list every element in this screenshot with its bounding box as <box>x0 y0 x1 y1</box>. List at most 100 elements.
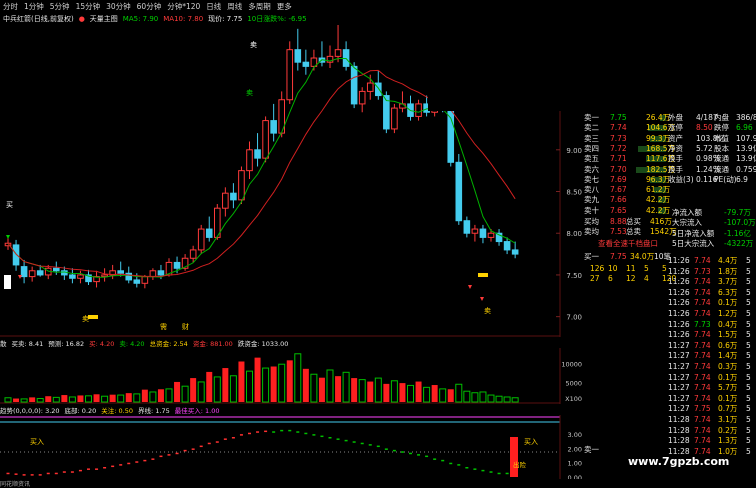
candle-body <box>205 228 213 238</box>
sell-price: 7.67 <box>610 185 627 195</box>
stat-label: 净资 <box>668 143 683 153</box>
period-tab-10[interactable]: 更多 <box>277 1 292 12</box>
volume-title[interactable]: 散 <box>0 338 7 348</box>
stat-label-2: 股本 <box>714 143 729 153</box>
candle[interactable] <box>407 95 414 121</box>
volume-bar <box>431 385 438 402</box>
candle[interactable] <box>334 25 342 63</box>
candle[interactable] <box>270 103 277 142</box>
candle-body <box>262 120 269 159</box>
bottom-sell-label: 卖一 <box>584 445 599 454</box>
candle[interactable] <box>479 224 487 244</box>
candle[interactable] <box>391 103 398 134</box>
tick-price: 7.74 <box>694 287 711 297</box>
candle[interactable] <box>85 269 92 285</box>
indicator-name[interactable]: 天量主图 <box>90 14 118 24</box>
event-marker[interactable]: 需 <box>160 323 167 331</box>
candle[interactable] <box>471 224 479 242</box>
period-tab-0[interactable]: 分时 <box>3 1 18 12</box>
candle[interactable] <box>69 268 76 284</box>
tick-volume: 1.2万 <box>718 309 738 318</box>
volume-bar <box>213 376 221 403</box>
stat-value-2: 386/8 <box>736 113 756 122</box>
candle[interactable] <box>222 187 229 217</box>
candle[interactable] <box>455 153 463 225</box>
candle[interactable] <box>214 204 221 240</box>
candle-body <box>503 241 511 251</box>
candle[interactable] <box>495 229 503 246</box>
stat-label-2: 内盘 <box>714 113 729 122</box>
tick-row-0: 11:26 7.74 4.4万 5 <box>584 256 756 266</box>
tick-volume: 1.4万 <box>718 351 738 361</box>
tick-volume: 0.4万 <box>718 319 738 329</box>
candle[interactable] <box>358 87 366 113</box>
candle[interactable] <box>286 41 294 104</box>
volume-bar <box>278 363 286 403</box>
tick-time: 11:26 <box>668 309 690 318</box>
tick-price: 7.74 <box>694 383 711 393</box>
tick-row-5: 11:26 7.74 1.2万 5 <box>584 309 756 319</box>
period-tab-1[interactable]: 1分钟 <box>24 1 44 12</box>
candle[interactable] <box>197 224 205 255</box>
volume-chart[interactable]: 10000 5000 X100 <box>0 348 584 404</box>
volume-bar <box>101 395 109 403</box>
period-tab-8[interactable]: 周线 <box>227 1 242 12</box>
candle[interactable] <box>463 216 471 238</box>
candle[interactable] <box>109 264 116 280</box>
candle[interactable] <box>278 91 285 138</box>
tick-flag: 5 <box>746 362 751 371</box>
candle[interactable] <box>20 259 28 284</box>
tick-time: 11:27 <box>668 351 690 361</box>
period-tab-9[interactable]: 多周期 <box>248 1 271 12</box>
tick-price: 7.73 <box>694 319 711 329</box>
candle[interactable] <box>230 183 237 209</box>
stock-title[interactable]: 中兵红箭(日线,前复权) <box>3 14 74 24</box>
candle[interactable] <box>101 268 108 282</box>
candle[interactable] <box>254 133 261 167</box>
highlight-mark <box>88 315 98 319</box>
site-watermark: www.7gpzb.com <box>628 455 730 468</box>
period-tab-6[interactable]: 分钟*120 <box>167 1 200 12</box>
stat-row-4: 换手0.98%流通13.9亿 <box>584 154 756 164</box>
price-tick-label: 8.00 <box>566 230 582 238</box>
candle[interactable] <box>447 103 455 167</box>
period-tab-4[interactable]: 30分钟 <box>106 1 131 12</box>
signal-label: 卖 <box>82 315 89 323</box>
indicator-item-1[interactable]: 趋势(0,0,0,0): 3.20 <box>0 405 60 415</box>
candle[interactable] <box>326 45 334 69</box>
candle[interactable] <box>53 261 60 275</box>
candle[interactable] <box>511 241 519 259</box>
candle[interactable] <box>342 41 350 71</box>
stat-label: 换手 <box>668 164 683 174</box>
candle[interactable] <box>93 270 100 288</box>
tick-row-3: 11:26 7.74 6.3万 5 <box>584 288 756 298</box>
candle[interactable] <box>415 99 422 121</box>
volume-bar <box>93 394 100 402</box>
period-tab-7[interactable]: 日线 <box>206 1 221 12</box>
period-tab-5[interactable]: 60分钟 <box>137 1 162 12</box>
candle[interactable] <box>399 91 406 113</box>
tick-price: 7.74 <box>694 298 711 308</box>
volume-bar <box>197 381 205 403</box>
period-tab-3[interactable]: 15分钟 <box>76 1 101 12</box>
tick-volume: 0.7万 <box>718 404 738 414</box>
candle[interactable] <box>302 49 310 75</box>
candle[interactable] <box>294 28 302 71</box>
candle[interactable] <box>246 141 253 179</box>
candle[interactable] <box>77 270 84 284</box>
candle[interactable] <box>318 41 326 67</box>
candle[interactable] <box>149 268 157 280</box>
tick-row-4: 11:26 7.74 0.1万 5 <box>584 298 756 308</box>
indicator-chart[interactable]: 3.00 2.00 1.00 0.00 <box>0 415 584 479</box>
event-marker[interactable]: 财 <box>182 322 189 331</box>
period-tab-2[interactable]: 5分钟 <box>50 1 70 12</box>
candle[interactable] <box>28 266 36 282</box>
tick-time: 11:27 <box>668 383 690 393</box>
volume-bar <box>157 389 164 402</box>
candle[interactable] <box>262 116 269 163</box>
candle-body <box>375 82 382 97</box>
stat-value: 8.50 <box>696 123 713 133</box>
ma10-value: MA10: 7.80 <box>163 14 204 23</box>
candle[interactable] <box>205 216 213 242</box>
signal-label: 卖 <box>250 41 257 49</box>
